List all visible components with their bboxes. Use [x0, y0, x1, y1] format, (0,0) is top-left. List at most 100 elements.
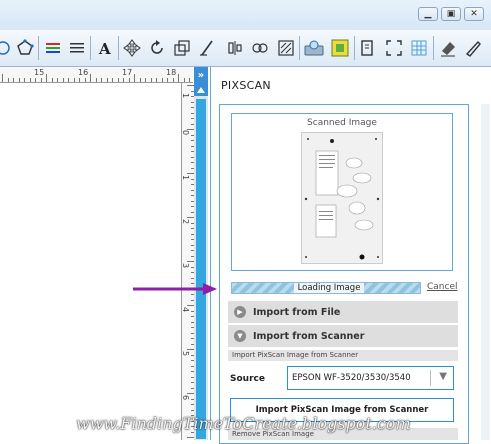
scanner-sub-header: Import PixScan Image from Scanner — [228, 350, 458, 361]
close-icon: ✕ — [470, 9, 478, 19]
expand-arrow-icon: ▶ — [234, 306, 246, 318]
annotation-arrow-icon — [133, 283, 217, 295]
source-value: EPSON WF-3520/3530/3540 — [292, 373, 411, 383]
ruler-tick — [51, 78, 53, 82]
rotate-icon[interactable] — [146, 37, 168, 59]
knife-icon[interactable] — [462, 37, 484, 59]
panel-collapse-button[interactable]: » — [194, 67, 208, 83]
collapse-arrow-icon: ▼ — [234, 330, 246, 342]
ruler-number: 2 — [181, 218, 191, 225]
ruler-tick — [2, 74, 3, 82]
ruler-tick — [189, 78, 190, 82]
svg-text:A: A — [98, 40, 111, 57]
ruler-tick — [187, 437, 194, 438]
scrollbar-thumb[interactable] — [196, 99, 206, 439]
align-icon[interactable] — [224, 37, 246, 59]
panel-title: PIXSCAN — [221, 79, 271, 92]
eraser-icon[interactable] — [437, 37, 459, 59]
ruler-number: 5 — [181, 350, 191, 357]
ruler-number: 4 — [181, 306, 191, 313]
ruler-tick — [57, 78, 58, 82]
slant-icon[interactable] — [196, 37, 218, 59]
ruler-tick — [46, 74, 47, 82]
ruler-tick — [79, 78, 80, 82]
design-canvas[interactable] — [0, 83, 183, 440]
ruler-tick — [172, 78, 174, 82]
minimize-button[interactable]: ▁ — [418, 7, 438, 21]
import-from-file-label: Import from File — [253, 306, 341, 318]
loading-label: Loading Image — [294, 283, 364, 293]
weld-icon[interactable] — [249, 37, 271, 59]
ruler-number: 3 — [181, 262, 191, 269]
ruler-tick — [150, 78, 152, 82]
ruler-tick — [7, 78, 9, 82]
node-edit-icon[interactable] — [0, 37, 14, 59]
ruler-tick — [187, 305, 194, 306]
toolbar: A — [0, 30, 491, 67]
window-title-bar: ▁ ▣ ✕ — [0, 0, 491, 30]
trace-icon[interactable] — [329, 37, 351, 59]
mirror-icon[interactable] — [357, 37, 379, 59]
cancel-link[interactable]: Cancel — [427, 282, 458, 292]
move-icon[interactable] — [121, 37, 143, 59]
ruler-number: 16 — [78, 68, 89, 77]
fullscreen-icon[interactable] — [383, 37, 405, 59]
double-chevron-right-icon: » — [197, 69, 205, 81]
ruler-tick — [40, 78, 42, 82]
close-button[interactable]: ✕ — [464, 7, 484, 21]
ruler-tick — [106, 78, 108, 82]
ruler-tick — [18, 78, 20, 82]
ruler-tick — [123, 78, 124, 82]
source-select[interactable]: EPSON WF-3520/3530/3540 ▼ — [287, 366, 454, 390]
ruler-tick — [73, 78, 75, 82]
color-lines-icon[interactable] — [42, 37, 64, 59]
ruler-tick — [101, 78, 102, 82]
chevron-up-icon — [197, 86, 205, 93]
scanned-image-label: Scanned Image — [307, 118, 377, 128]
text-icon[interactable]: A — [94, 37, 116, 59]
ruler-tick — [35, 78, 36, 82]
scale-icon[interactable] — [171, 37, 193, 59]
vertical-scrollbar[interactable] — [194, 83, 208, 440]
panel-scrollbar[interactable] — [481, 104, 490, 440]
ruler-number: 1 — [181, 92, 191, 99]
lines-icon[interactable] — [66, 37, 88, 59]
ruler-number: 0 — [181, 129, 191, 136]
ruler-tick — [95, 78, 97, 82]
import-from-file-header[interactable]: ▶ Import from File — [228, 301, 458, 323]
ruler-tick — [187, 349, 194, 350]
ruler-tick — [145, 78, 146, 82]
pixscan-panel: PIXSCAN Scanned Image Loading Image Canc… — [210, 67, 491, 444]
loading-progress-bar: Loading Image — [231, 282, 421, 294]
pixscan-icon[interactable] — [303, 37, 325, 59]
ruler-tick — [167, 78, 168, 82]
ruler-tick — [68, 78, 69, 82]
ruler-tick — [187, 261, 194, 262]
ruler-tick — [161, 78, 163, 82]
ruler-number: 6 — [181, 394, 191, 401]
ruler-number: 17 — [122, 68, 133, 77]
grid-icon[interactable] — [408, 37, 430, 59]
scanned-image-preview — [301, 132, 383, 264]
ruler-tick — [112, 78, 113, 82]
ruler-tick — [90, 74, 91, 82]
ruler-tick — [183, 78, 185, 82]
ruler-number: 18 — [166, 68, 177, 77]
ruler-tick — [62, 78, 64, 82]
ruler-tick — [128, 78, 130, 82]
polygon-icon[interactable] — [14, 37, 36, 59]
ruler-tick — [24, 78, 25, 82]
import-from-scanner-label: Import from Scanner — [253, 330, 365, 342]
ruler-number: 15 — [34, 68, 45, 77]
top-ruler: 15 16 17 18 — [0, 67, 193, 83]
ruler-tick — [13, 78, 14, 82]
ruler-tick — [187, 393, 194, 394]
pattern-icon[interactable] — [275, 37, 297, 59]
scroll-up-button[interactable] — [194, 83, 208, 96]
side-ruler: 1 0 1 2 3 4 5 6 — [181, 83, 194, 440]
maximize-button[interactable]: ▣ — [441, 7, 461, 21]
import-from-scanner-header[interactable]: ▼ Import from Scanner — [228, 325, 458, 347]
ruler-tick — [178, 74, 179, 82]
ruler-tick — [84, 78, 86, 82]
ruler-tick — [187, 85, 194, 86]
